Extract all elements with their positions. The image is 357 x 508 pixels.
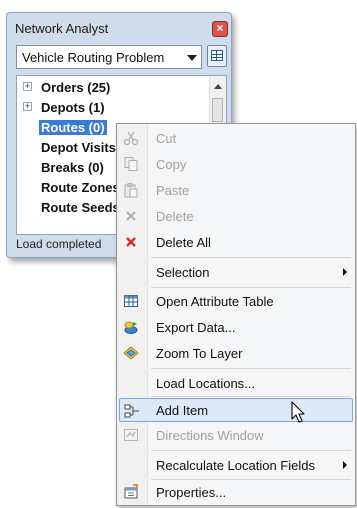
menu-item-label: Zoom To Layer	[156, 346, 243, 361]
menu-item-label: Cut	[156, 131, 177, 146]
directions-icon	[124, 429, 138, 441]
menu-item-properties[interactable]: Properties...	[119, 480, 353, 504]
tree-item-label: Routes (0)	[39, 120, 107, 135]
expand-icon[interactable]: +	[23, 82, 32, 91]
tree-item-label: Route Zones	[41, 180, 120, 195]
properties-icon	[124, 484, 138, 499]
menu-item-delete[interactable]: Delete	[119, 204, 353, 228]
submenu-arrow-icon	[343, 268, 347, 276]
mouse-pointer-icon	[291, 401, 305, 423]
menu-item-label: Open Attribute Table	[156, 294, 274, 309]
menu-item-load-locations[interactable]: Load Locations...	[119, 371, 353, 395]
menu-item-label: Delete All	[156, 235, 211, 250]
properties-table-icon	[211, 50, 223, 61]
zoom-layer-icon	[123, 346, 139, 360]
tree-item-label: Depots (1)	[41, 100, 105, 115]
export-icon	[124, 321, 138, 334]
menu-item-export-data[interactable]: Export Data...	[119, 315, 353, 339]
chevron-down-icon	[187, 55, 197, 61]
menu-item-label: Paste	[156, 183, 190, 198]
analysis-layer-value: Vehicle Routing Problem	[22, 50, 165, 65]
menu-item-label: Load Locations...	[156, 376, 256, 391]
paste-icon	[124, 183, 138, 198]
menu-item-label: Add Item	[156, 403, 209, 418]
context-menu: Cut Copy Paste Delete Delete All Selecti…	[116, 123, 356, 506]
menu-separator	[151, 287, 351, 288]
tree-item-label: Breaks (0)	[41, 160, 104, 175]
scroll-up-icon[interactable]	[214, 84, 222, 89]
menu-separator	[151, 368, 351, 369]
menu-item-label: Copy	[156, 157, 187, 172]
menu-item-label: Selection	[156, 265, 210, 280]
analysis-layer-dropdown[interactable]: Vehicle Routing Problem	[16, 45, 202, 69]
scissors-icon	[123, 131, 139, 146]
tree-item-label: Depot Visits	[41, 140, 116, 155]
menu-item-open-attribute-table[interactable]: Open Attribute Table	[119, 289, 353, 313]
menu-item-add-item[interactable]: Add Item	[119, 398, 353, 422]
expand-icon[interactable]: +	[23, 102, 32, 111]
menu-separator	[151, 450, 351, 451]
menu-item-label: Export Data...	[156, 320, 236, 335]
menu-separator	[151, 396, 351, 397]
copy-icon	[124, 157, 138, 171]
menu-separator	[151, 257, 351, 258]
delete-x-icon	[126, 211, 136, 221]
submenu-arrow-icon	[343, 461, 347, 469]
menu-item-delete-all[interactable]: Delete All	[119, 230, 353, 254]
menu-item-label: Properties...	[156, 485, 227, 500]
menu-item-label: Recalculate Location Fields	[156, 458, 315, 473]
menu-item-copy[interactable]: Copy	[119, 152, 353, 176]
menu-item-paste[interactable]: Paste	[119, 178, 353, 202]
window-title: Network Analyst	[15, 21, 109, 36]
tree-item-label: Orders (25)	[41, 80, 111, 95]
menu-item-directions-window[interactable]: Directions Window	[119, 423, 353, 447]
menu-item-recalculate-location-fields[interactable]: Recalculate Location Fields	[119, 453, 353, 477]
add-item-icon	[124, 404, 139, 418]
menu-item-zoom-to-layer[interactable]: Zoom To Layer	[119, 341, 353, 365]
scroll-thumb[interactable]	[212, 98, 223, 122]
delete-all-icon	[126, 237, 136, 247]
table-icon	[124, 295, 138, 307]
menu-item-label: Directions Window	[156, 428, 264, 443]
tree-item-label: Route Seeds	[41, 200, 120, 215]
menu-item-label: Delete	[156, 209, 194, 224]
menu-item-cut[interactable]: Cut	[119, 126, 353, 150]
close-icon[interactable]: ×	[212, 21, 228, 37]
layer-properties-button[interactable]	[207, 45, 227, 67]
menu-item-selection[interactable]: Selection	[119, 260, 353, 284]
